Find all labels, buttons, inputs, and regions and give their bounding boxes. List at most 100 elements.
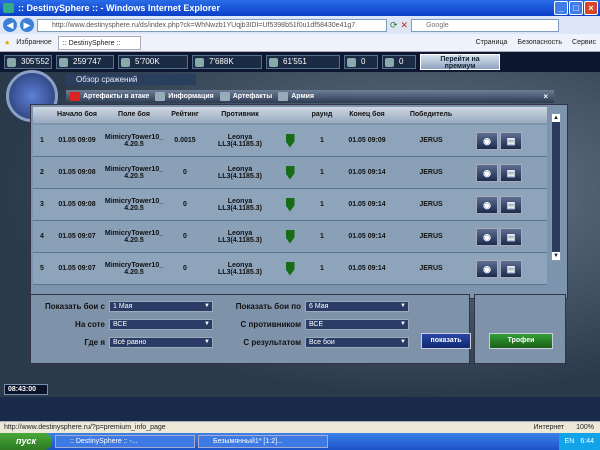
refresh-icon[interactable]: ⟳ (390, 20, 398, 31)
col-start: Начало боя (57, 111, 97, 118)
col-race (275, 107, 305, 123)
where-select[interactable]: Всё равно (109, 337, 213, 348)
report-doc-icon[interactable]: ▤ (500, 131, 522, 150)
close-panel-button[interactable]: × (543, 92, 548, 101)
start-button[interactable]: пуск (0, 433, 52, 450)
address-toolbar: ◀ ▶ http://www.destinysphere.ru/ds/index… (0, 16, 600, 34)
filters-panel: Показать бои с 1 Мая Показать бои по 6 Мая… (30, 294, 471, 364)
honeycomb-select[interactable]: ВСЕ (109, 319, 213, 330)
game-viewport: 305'552 259'747 5'700K 7'688K 61'551 0 0… (0, 52, 600, 397)
ie-app-icon (3, 3, 14, 13)
address-input[interactable]: http://www.destinysphere.ru/ds/index.php… (37, 18, 387, 32)
result-select[interactable]: Все бои (305, 337, 409, 348)
opponent-label: С противником (240, 320, 301, 329)
tab-information[interactable]: Информация (155, 92, 214, 101)
resource-7: 0 (382, 55, 416, 69)
taskbar: пуск :: DestinySphere :: -... Безымянный… (0, 433, 600, 450)
view-eye-icon[interactable]: ◉ (476, 163, 498, 182)
go-premium-button[interactable]: Перейти на премиум (420, 54, 500, 70)
col-round: раунд (311, 111, 333, 118)
tabs-bar: Артефакты в атаке Информация Артефакты А… (66, 90, 554, 103)
menu-security[interactable]: Безопасность (517, 39, 562, 46)
close-window-button[interactable]: × (584, 1, 598, 15)
status-url: http://www.destinysphere.ru/?p=premium_i… (4, 424, 166, 431)
honeycomb-label: На соте (75, 320, 105, 329)
report-doc-icon[interactable]: ▤ (500, 227, 522, 246)
favorites-button[interactable]: Избранное (16, 39, 51, 46)
language-indicator[interactable]: EN (565, 438, 575, 445)
view-eye-icon[interactable]: ◉ (476, 195, 498, 214)
where-label: Где я (84, 338, 105, 347)
race-shield-icon (285, 133, 295, 148)
report-doc-icon[interactable]: ▤ (500, 163, 522, 182)
army-icon (278, 92, 289, 101)
tab-artifacts[interactable]: Артефакты (219, 92, 272, 101)
browser-tab[interactable]: :: DestinySphere :: (57, 35, 142, 50)
opponent-select[interactable]: ВСЕ (305, 319, 409, 330)
stop-icon[interactable]: ✕ (401, 20, 409, 31)
resource-1: 305'552 (4, 55, 52, 69)
game-clock: 08:43:00 (4, 384, 48, 395)
col-rating: Рейтинг (171, 111, 199, 118)
table-row[interactable]: 2 01.05 09:08 MimicryTower10_ 4.20.5 0 Le… (33, 157, 547, 189)
view-eye-icon[interactable]: ◉ (476, 131, 498, 150)
resource-5: 61'551 (266, 55, 340, 69)
from-label: Показать бои с (45, 302, 105, 311)
resource-3: 5'700K (118, 55, 188, 69)
task-destinysphere[interactable]: :: DestinySphere :: -... (55, 435, 195, 448)
ie-title-bar: :: DestinySphere :: - Windows Internet E… (0, 0, 600, 16)
race-shield-icon (285, 197, 295, 212)
col-field: Поле боя (118, 111, 150, 118)
favorites-star-icon[interactable]: ★ (4, 39, 10, 47)
resource-6: 0 (344, 55, 378, 69)
trophies-button[interactable]: Трофеи (489, 333, 553, 349)
table-row[interactable]: 4 01.05 09:07 MimicryTower10_ 4.20.5 0 Le… (33, 221, 547, 253)
race-shield-icon (285, 261, 295, 276)
table-row[interactable]: 3 01.05 09:08 MimicryTower10_ 4.20.5 0 Le… (33, 189, 547, 221)
to-date-select[interactable]: 6 Мая (305, 301, 409, 312)
battles-table-panel: Начало боя Поле боя Рейтинг Противник ра… (30, 104, 568, 299)
artifact-icon (219, 92, 230, 101)
result-label: С результатом (243, 338, 301, 347)
zoom-level[interactable]: 100% (576, 424, 594, 431)
menu-page[interactable]: Страница (476, 39, 508, 46)
menu-tools[interactable]: Сервис (572, 39, 596, 46)
col-opponent: Противник (221, 111, 259, 118)
resource-2: 259'747 (56, 55, 114, 69)
info-icon (155, 92, 166, 101)
view-eye-icon[interactable]: ◉ (476, 227, 498, 246)
attack-icon (70, 92, 80, 101)
status-bar: http://www.destinysphere.ru/?p=premium_i… (0, 421, 600, 433)
race-shield-icon (285, 229, 295, 244)
resource-bar: 305'552 259'747 5'700K 7'688K 61'551 0 0… (0, 52, 600, 72)
scroll-up-icon[interactable]: ▲ (552, 114, 560, 122)
task-editor[interactable]: Безымянный1* [1:2]... (198, 435, 328, 448)
view-eye-icon[interactable]: ◉ (476, 259, 498, 278)
col-winner: Победитель (409, 111, 453, 118)
table-row[interactable]: 5 01.05 09:07 MimicryTower10_ 4.20.5 0 Le… (33, 253, 547, 285)
battle-overview-title: Обзор сражений (66, 74, 196, 85)
tray-clock: 6:44 (580, 438, 594, 445)
col-actions (467, 107, 531, 123)
resource-4: 7'688K (192, 55, 262, 69)
back-button[interactable]: ◀ (3, 18, 17, 32)
report-doc-icon[interactable]: ▤ (500, 195, 522, 214)
to-label: Показать бои по (235, 302, 301, 311)
maximize-button[interactable]: □ (569, 1, 583, 15)
table-row[interactable]: 1 01.05 09:09 MimicryTower10_ 4.20.5 0.00… (33, 125, 547, 157)
col-num (33, 107, 51, 123)
table-header: Начало боя Поле боя Рейтинг Противник ра… (33, 107, 547, 123)
from-date-select[interactable]: 1 Мая (109, 301, 213, 312)
scroll-down-icon[interactable]: ▼ (552, 252, 560, 260)
show-button[interactable]: показать (421, 333, 471, 349)
race-shield-icon (285, 165, 295, 180)
table-scrollbar[interactable]: ▲ ▼ (551, 113, 561, 261)
tab-attack-artifacts[interactable]: Артефакты в атаке (70, 92, 149, 101)
search-input[interactable]: Google (411, 18, 560, 32)
report-doc-icon[interactable]: ▤ (500, 259, 522, 278)
tab-army[interactable]: Армия (278, 92, 314, 101)
forward-button[interactable]: ▶ (20, 18, 34, 32)
minimize-button[interactable]: _ (554, 1, 568, 15)
window-title: :: DestinySphere :: - Windows Internet E… (18, 3, 220, 13)
trophy-panel: Трофеи (474, 294, 566, 364)
